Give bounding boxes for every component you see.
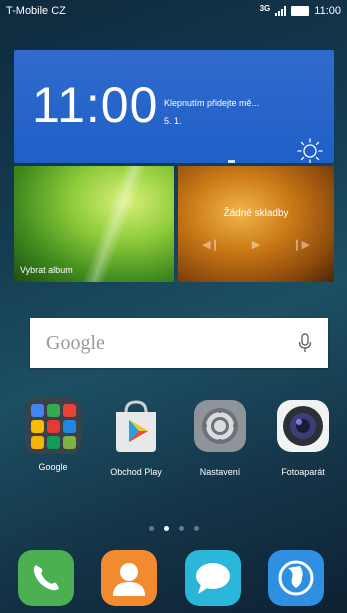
app-label: Nastavení — [199, 467, 241, 477]
phone-icon[interactable] — [18, 550, 74, 606]
status-time: 11:00 — [314, 5, 341, 17]
music-title: Žádné skladby — [223, 208, 289, 219]
page-indicator — [0, 526, 347, 531]
app-camera[interactable]: Fotoaparát — [268, 398, 338, 477]
album-widget[interactable]: Vybrat album — [14, 166, 174, 282]
music-controls: ◀❙ ▶ ❙▶ — [178, 238, 334, 251]
page-dot[interactable] — [148, 526, 154, 531]
play-icon[interactable]: ▶ — [252, 238, 260, 251]
clock-time: 11:00 — [32, 77, 159, 133]
sun-icon[interactable] — [297, 138, 323, 163]
google-folder-icon — [25, 398, 81, 454]
widget-handle — [228, 160, 235, 163]
signal-icon — [275, 6, 287, 16]
status-icons: 3G 11:00 — [259, 3, 341, 18]
status-bar: T-Mobile CZ 3G 11:00 — [0, 0, 347, 22]
browser-icon[interactable] — [268, 550, 324, 606]
page-dot[interactable] — [193, 526, 199, 531]
carrier-label: T-Mobile CZ — [6, 5, 66, 17]
mic-icon[interactable] — [298, 333, 312, 353]
app-label: Fotoaparát — [281, 467, 325, 477]
play-store-icon — [116, 400, 156, 452]
network-type: 3G — [259, 3, 271, 13]
app-google-folder[interactable]: Google — [18, 398, 88, 472]
album-label: Vybrat album — [20, 265, 73, 275]
search-placeholder[interactable]: Google — [46, 332, 298, 355]
music-widget[interactable]: Žádné skladby ◀❙ ▶ ❙▶ — [178, 166, 334, 282]
app-settings[interactable]: Nastavení — [185, 398, 255, 477]
battery-icon — [291, 6, 310, 16]
google-search-bar[interactable]: Google — [30, 318, 328, 368]
page-dot-active[interactable] — [163, 526, 169, 531]
clock-date: 5. 1. — [164, 116, 182, 126]
messages-icon[interactable] — [185, 550, 241, 606]
clock-weather-widget[interactable]: 11:00 Klepnutím přidejte mě... 5. 1. — [14, 50, 334, 163]
app-label: Obchod Play — [110, 467, 162, 477]
camera-icon — [277, 400, 329, 452]
previous-icon[interactable]: ◀❙ — [202, 238, 220, 251]
settings-gear-icon — [194, 400, 246, 452]
contacts-icon[interactable] — [101, 550, 157, 606]
app-label: Google — [38, 462, 68, 472]
page-dot[interactable] — [178, 526, 184, 531]
next-icon[interactable]: ❙▶ — [292, 238, 310, 251]
app-play-store[interactable]: Obchod Play — [101, 398, 171, 477]
weather-prompt[interactable]: Klepnutím přidejte mě... — [164, 98, 259, 108]
